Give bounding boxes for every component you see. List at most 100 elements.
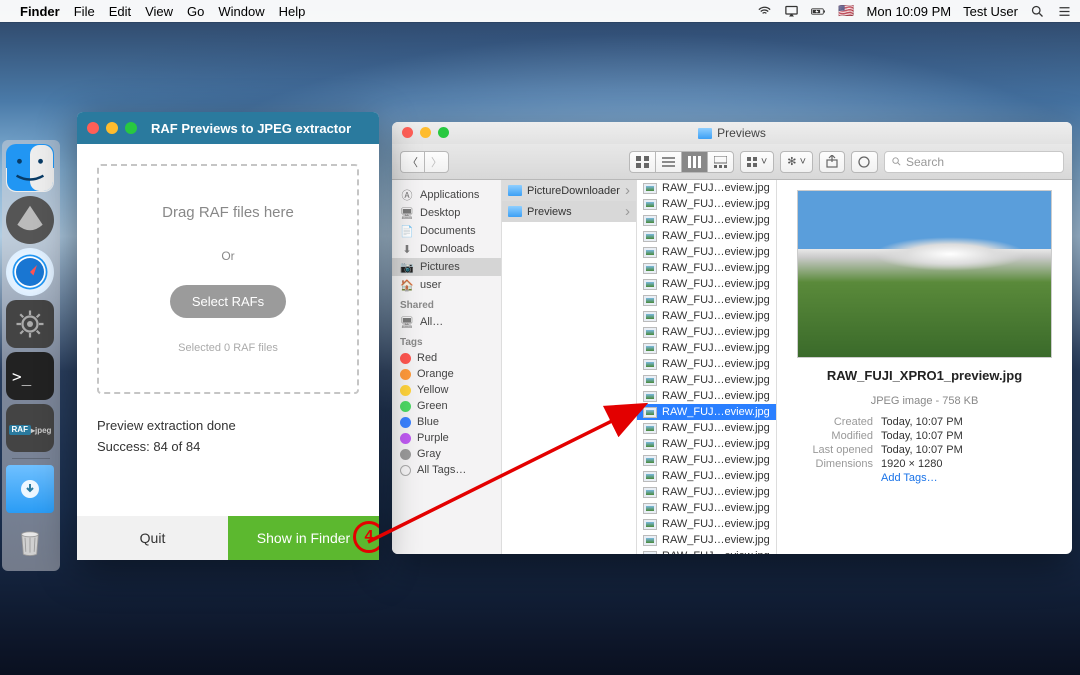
file-item[interactable]: RAW_FUJ…eview.jpg — [637, 196, 776, 212]
sidebar-tag-purple[interactable]: Purple — [392, 430, 501, 446]
sidebar-tag-orange[interactable]: Orange — [392, 366, 501, 382]
menu-help[interactable]: Help — [279, 4, 306, 19]
file-item[interactable]: RAW_FUJ…eview.jpg — [637, 276, 776, 292]
dock: >_ RAF ▸jpeg — [2, 140, 60, 571]
back-button[interactable]: 〈 — [400, 151, 424, 173]
menubar-user[interactable]: Test User — [963, 4, 1018, 19]
file-item[interactable]: RAW_FUJ…eview.jpg — [637, 308, 776, 324]
image-file-icon — [643, 359, 657, 370]
file-item[interactable]: RAW_FUJ…eview.jpg — [637, 532, 776, 548]
file-item[interactable]: RAW_FUJ…eview.jpg — [637, 484, 776, 500]
dock-trash[interactable] — [6, 517, 54, 565]
sidebar-tag-all tags…[interactable]: All Tags… — [392, 462, 501, 478]
sidebar-item-downloads[interactable]: ⬇Downloads — [392, 240, 501, 258]
sidebar-tag-red[interactable]: Red — [392, 350, 501, 366]
add-tags-link[interactable]: Add Tags… — [881, 472, 938, 484]
minimize-icon[interactable] — [106, 122, 118, 134]
file-item[interactable]: RAW_FUJ…eview.jpg — [637, 420, 776, 436]
folder-icon — [698, 128, 712, 139]
file-item[interactable]: RAW_FUJ…eview.jpg — [637, 324, 776, 340]
airplay-icon[interactable] — [784, 4, 799, 19]
dock-raf-extractor[interactable]: RAF ▸jpeg — [6, 404, 54, 452]
dock-terminal[interactable]: >_ — [6, 352, 54, 400]
action-button[interactable]: ✻ ˅ — [780, 151, 813, 173]
file-item[interactable]: RAW_FUJ…eview.jpg — [637, 516, 776, 532]
sidebar-item-documents[interactable]: 📄Documents — [392, 222, 501, 240]
drop-zone[interactable]: Drag RAF files here Or Select RAFs Selec… — [97, 164, 359, 394]
dock-safari[interactable] — [6, 248, 54, 296]
notification-center-icon[interactable] — [1057, 4, 1072, 19]
menu-go[interactable]: Go — [187, 4, 204, 19]
sidebar-tag-yellow[interactable]: Yellow — [392, 382, 501, 398]
image-file-icon — [643, 471, 657, 482]
file-item[interactable]: RAW_FUJ…eview.jpg — [637, 356, 776, 372]
wifi-icon[interactable] — [757, 4, 772, 19]
view-icon-button[interactable] — [629, 151, 655, 173]
file-item[interactable]: RAW_FUJ…eview.jpg — [637, 452, 776, 468]
sidebar-tag-blue[interactable]: Blue — [392, 414, 501, 430]
quit-button[interactable]: Quit — [77, 516, 228, 560]
file-item[interactable]: RAW_FUJ…eview.jpg — [637, 436, 776, 452]
image-file-icon — [643, 327, 657, 338]
file-item[interactable]: RAW_FUJ…eview.jpg — [637, 292, 776, 308]
file-item[interactable]: RAW_FUJ…eview.jpg — [637, 500, 776, 516]
sidebar-item-pictures[interactable]: 📷Pictures — [392, 258, 501, 276]
file-item[interactable]: RAW_FUJ…eview.jpg — [637, 468, 776, 484]
image-file-icon — [643, 343, 657, 354]
sidebar-tag-gray[interactable]: Gray — [392, 446, 501, 462]
column-folder-item[interactable]: Previews› — [502, 201, 636, 222]
finder-sidebar: ⒶApplications🖥Desktop📄Documents⬇Download… — [392, 180, 502, 554]
menubar-clock[interactable]: Mon 10:09 PM — [867, 4, 952, 19]
zoom-icon[interactable] — [438, 127, 449, 138]
zoom-icon[interactable] — [125, 122, 137, 134]
file-item[interactable]: RAW_FUJ…eview.jpg — [637, 548, 776, 554]
battery-icon[interactable] — [811, 4, 826, 19]
image-file-icon — [643, 439, 657, 450]
tags-button[interactable] — [851, 151, 878, 173]
close-icon[interactable] — [402, 127, 413, 138]
forward-button[interactable]: 〉 — [424, 151, 449, 173]
arrange-button[interactable]: ˅ — [740, 151, 774, 173]
sidebar-item-shared[interactable]: 🖥All… — [392, 313, 501, 331]
view-column-button[interactable] — [681, 151, 707, 173]
file-item[interactable]: RAW_FUJ…eview.jpg — [637, 388, 776, 404]
dock-settings[interactable] — [6, 300, 54, 348]
sidebar-tag-green[interactable]: Green — [392, 398, 501, 414]
file-item[interactable]: RAW_FUJ…eview.jpg — [637, 260, 776, 276]
dock-launchpad[interactable] — [6, 196, 54, 244]
finder-titlebar[interactable]: Previews — [392, 122, 1072, 144]
annotation-callout-4: 4 — [353, 521, 379, 553]
close-icon[interactable] — [87, 122, 99, 134]
sidebar-item-applications[interactable]: ⒶApplications — [392, 186, 501, 204]
select-rafs-button[interactable]: Select RAFs — [170, 285, 286, 318]
menubar: Finder File Edit View Go Window Help 🇺🇸 … — [0, 0, 1080, 22]
spotlight-icon[interactable] — [1030, 4, 1045, 19]
file-item[interactable]: RAW_FUJ…eview.jpg — [637, 180, 776, 196]
sidebar-item-desktop[interactable]: 🖥Desktop — [392, 204, 501, 222]
file-item[interactable]: RAW_FUJ…eview.jpg — [637, 228, 776, 244]
sidebar-item-user[interactable]: 🏠user — [392, 276, 501, 294]
flag-icon[interactable]: 🇺🇸 — [838, 3, 854, 19]
search-input[interactable]: Search — [884, 151, 1064, 173]
show-in-finder-button[interactable]: Show in Finder 4 — [228, 516, 379, 560]
menubar-app-name[interactable]: Finder — [20, 4, 60, 19]
dock-finder[interactable] — [6, 144, 54, 192]
raf-titlebar[interactable]: RAF Previews to JPEG extractor — [77, 112, 379, 144]
dock-downloads-folder[interactable] — [6, 465, 54, 513]
file-item[interactable]: RAW_FUJ…eview.jpg — [637, 372, 776, 388]
file-item[interactable]: RAW_FUJ…eview.jpg — [637, 404, 776, 420]
file-item[interactable]: RAW_FUJ…eview.jpg — [637, 212, 776, 228]
meta-row: CreatedToday, 10:07 PM — [789, 415, 1060, 429]
minimize-icon[interactable] — [420, 127, 431, 138]
menu-edit[interactable]: Edit — [109, 4, 131, 19]
view-gallery-button[interactable] — [707, 151, 734, 173]
view-list-button[interactable] — [655, 151, 681, 173]
menu-window[interactable]: Window — [218, 4, 264, 19]
tag-dot-icon — [400, 417, 411, 428]
column-folder-item[interactable]: PictureDownloader› — [502, 180, 636, 201]
menu-file[interactable]: File — [74, 4, 95, 19]
file-item[interactable]: RAW_FUJ…eview.jpg — [637, 244, 776, 260]
file-item[interactable]: RAW_FUJ…eview.jpg — [637, 340, 776, 356]
share-button[interactable] — [819, 151, 845, 173]
menu-view[interactable]: View — [145, 4, 173, 19]
